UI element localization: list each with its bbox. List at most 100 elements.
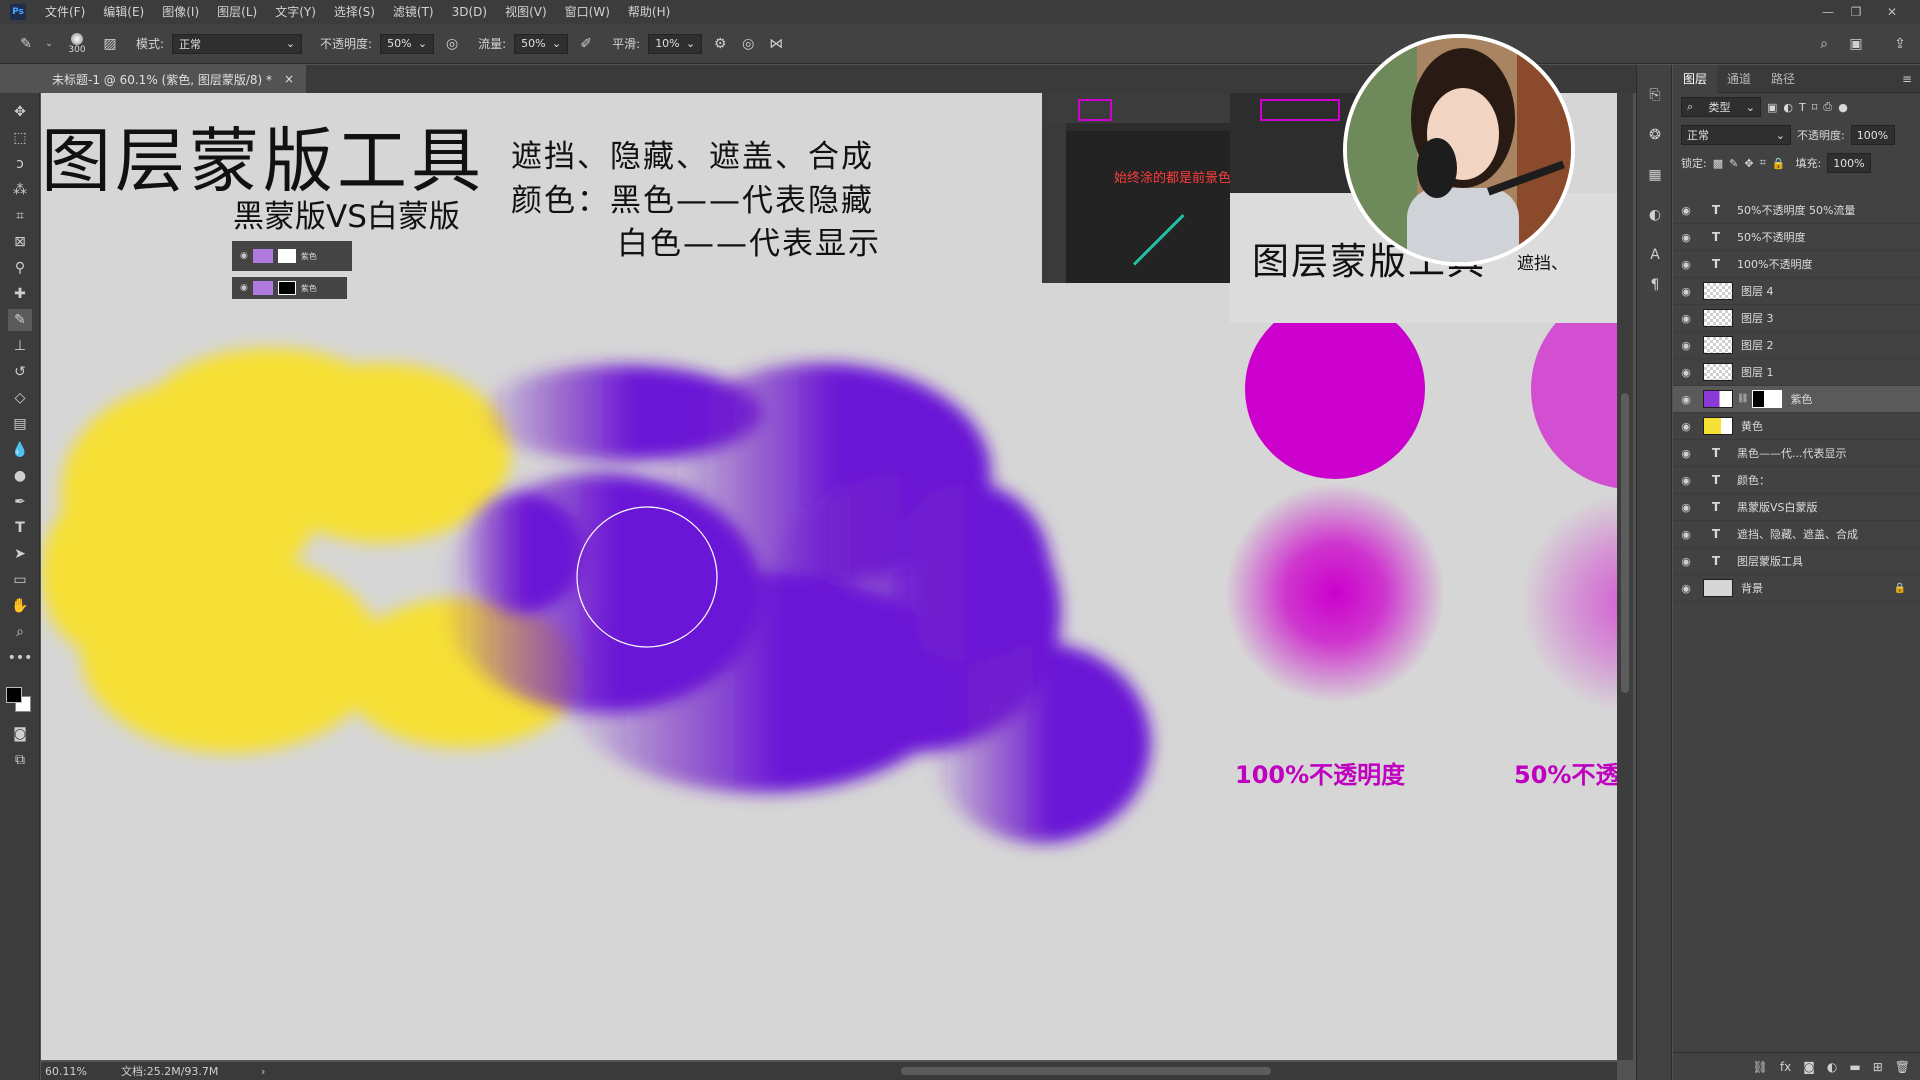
crop-tool-icon[interactable]: ⌗ bbox=[8, 205, 32, 227]
lock-transparency-icon[interactable]: ▩ bbox=[1713, 157, 1723, 170]
lock-pixels-icon[interactable]: ✎ bbox=[1729, 157, 1738, 170]
mask-link-icon[interactable]: ⛓ bbox=[1737, 394, 1748, 404]
gear-icon[interactable]: ⚙ bbox=[710, 34, 730, 54]
layer-row[interactable]: ◉ 图层 1 bbox=[1673, 359, 1920, 386]
quick-mask-icon[interactable]: ◙ bbox=[8, 723, 32, 745]
menu-item[interactable]: 选择(S) bbox=[325, 0, 384, 24]
eye-icon[interactable]: ◉ bbox=[1673, 204, 1699, 217]
eye-icon[interactable]: ◉ bbox=[1673, 501, 1699, 514]
zoom-tool-icon[interactable]: ⌕ bbox=[8, 621, 32, 643]
menu-item[interactable]: 3D(D) bbox=[443, 0, 496, 24]
brush-tool-icon[interactable]: ✎ bbox=[8, 309, 32, 331]
layer-row[interactable]: ◉ 背景 🔒 bbox=[1673, 575, 1920, 602]
pressure-opacity-icon[interactable]: ◎ bbox=[442, 34, 462, 54]
workspace-icon[interactable]: ▣ bbox=[1846, 34, 1866, 54]
chevron-down-icon[interactable]: ⌄ bbox=[44, 34, 54, 54]
flow-field[interactable]: 50% ⌄ bbox=[514, 33, 569, 54]
eye-icon[interactable]: ◉ bbox=[1673, 393, 1699, 406]
link-layers-icon[interactable]: ⛓ bbox=[1753, 1060, 1768, 1074]
rectangle-tool-icon[interactable]: ▭ bbox=[8, 569, 32, 591]
layer-mask-thumbnail[interactable] bbox=[1752, 390, 1783, 408]
eye-icon[interactable]: ◉ bbox=[1673, 582, 1699, 595]
menu-item[interactable]: 文件(F) bbox=[36, 0, 94, 24]
pen-tool-icon[interactable]: ✒ bbox=[8, 491, 32, 513]
eye-icon[interactable]: ◉ bbox=[1673, 312, 1699, 325]
lock-icon[interactable]: 🔒 bbox=[1894, 583, 1906, 594]
healing-brush-icon[interactable]: ✚ bbox=[8, 283, 32, 305]
eye-icon[interactable]: ◉ bbox=[1673, 528, 1699, 541]
vertical-scrollbar[interactable] bbox=[1617, 93, 1633, 1060]
symmetry-icon[interactable]: ⋈ bbox=[766, 34, 786, 54]
filter-shape-icon[interactable]: ⌑ bbox=[1812, 101, 1818, 114]
lock-position-icon[interactable]: ✥ bbox=[1744, 157, 1753, 170]
menu-item[interactable]: 编辑(E) bbox=[94, 0, 153, 24]
paragraph-panel-icon[interactable]: ¶ bbox=[1645, 275, 1665, 295]
lock-artboard-icon[interactable]: ⌗ bbox=[1760, 156, 1766, 170]
frame-tool-icon[interactable]: ⊠ bbox=[8, 231, 32, 253]
blend-mode-select[interactable]: 正常 ⌄ bbox=[1681, 125, 1791, 145]
history-brush-icon[interactable]: ↺ bbox=[8, 361, 32, 383]
filter-pixel-icon[interactable]: ▣ bbox=[1767, 101, 1777, 114]
layer-row[interactable]: ◉ T 黑蒙版VS白蒙版 bbox=[1673, 494, 1920, 521]
mode-select[interactable]: 正常 ⌄ bbox=[172, 33, 303, 54]
magic-wand-icon[interactable]: ⁂ bbox=[8, 179, 32, 201]
minimize-icon[interactable]: — bbox=[1814, 0, 1842, 24]
layer-row[interactable]: ◉ T 图层蒙版工具 bbox=[1673, 548, 1920, 575]
tab-paths[interactable]: 路径 bbox=[1761, 65, 1805, 93]
filter-adjust-icon[interactable]: ◐ bbox=[1783, 101, 1793, 114]
zoom-level[interactable]: 60.11% bbox=[41, 1065, 121, 1078]
filter-toggle-icon[interactable]: ● bbox=[1838, 101, 1848, 114]
blur-tool-icon[interactable]: 💧 bbox=[8, 439, 32, 461]
layer-row[interactable]: ◉ 图层 4 bbox=[1673, 278, 1920, 305]
layer-row[interactable]: ◉ 图层 3 bbox=[1673, 305, 1920, 332]
smooth-field[interactable]: 10% ⌄ bbox=[648, 33, 703, 54]
eye-icon[interactable]: ◉ bbox=[1673, 285, 1699, 298]
panel-menu-icon[interactable]: ≡ bbox=[1902, 72, 1912, 86]
path-selection-icon[interactable]: ➤ bbox=[8, 543, 32, 565]
fill-field[interactable]: 100% bbox=[1827, 153, 1872, 173]
layer-filter-select[interactable]: ⌕ 类型 ⌄ bbox=[1681, 97, 1761, 117]
layer-row[interactable]: ◉ T 50%不透明度 bbox=[1673, 224, 1920, 251]
status-menu-arrow[interactable]: › bbox=[261, 1065, 281, 1078]
new-group-icon[interactable]: ▬ bbox=[1849, 1060, 1860, 1074]
share-icon[interactable]: ⇪ bbox=[1890, 34, 1910, 54]
more-tools-icon[interactable]: ••• bbox=[8, 647, 33, 669]
eraser-icon[interactable]: ◇ bbox=[8, 387, 32, 409]
menu-item[interactable]: 窗口(W) bbox=[556, 0, 619, 24]
pressure-size-icon[interactable]: ◎ bbox=[738, 34, 758, 54]
menu-item[interactable]: 图像(I) bbox=[153, 0, 208, 24]
adjustments-panel-icon[interactable]: ◐ bbox=[1645, 205, 1665, 225]
filter-type-icon[interactable]: T bbox=[1799, 101, 1806, 114]
screen-mode-icon[interactable]: ⧉ bbox=[8, 749, 32, 771]
eye-icon[interactable]: ◉ bbox=[1673, 366, 1699, 379]
eyedropper-icon[interactable]: ⚲ bbox=[8, 257, 32, 279]
brush-settings-icon[interactable]: ▨ bbox=[100, 34, 120, 54]
document-tab[interactable]: 未标题-1 @ 60.1% (紫色, 图层蒙版/8) * × bbox=[40, 65, 307, 93]
close-tab-icon[interactable]: × bbox=[284, 72, 294, 86]
3d-panel-icon[interactable]: ❂ bbox=[1645, 125, 1665, 145]
type-tool-icon[interactable]: T bbox=[8, 517, 32, 539]
restore-icon[interactable]: ❐ bbox=[1842, 0, 1870, 24]
layer-row[interactable]: ◉ ⛓ 紫色 bbox=[1673, 386, 1920, 413]
opacity-field[interactable]: 50% ⌄ bbox=[380, 33, 435, 54]
horizontal-scroll-thumb[interactable] bbox=[901, 1067, 1271, 1075]
trash-icon[interactable]: 🗑 bbox=[1895, 1060, 1910, 1074]
eye-icon[interactable]: ◉ bbox=[1673, 447, 1699, 460]
eye-icon[interactable]: ◉ bbox=[1673, 555, 1699, 568]
layer-row[interactable]: ◉ T 100%不透明度 bbox=[1673, 251, 1920, 278]
tab-channels[interactable]: 通道 bbox=[1717, 65, 1761, 93]
new-layer-icon[interactable]: ⊞ bbox=[1873, 1060, 1883, 1074]
gradient-tool-icon[interactable]: ▤ bbox=[8, 413, 32, 435]
adjustment-layer-icon[interactable]: ◐ bbox=[1827, 1060, 1837, 1074]
hand-tool-icon[interactable]: ✋ bbox=[8, 595, 32, 617]
clone-stamp-icon[interactable]: ⊥ bbox=[8, 335, 32, 357]
eye-icon[interactable]: ◉ bbox=[1673, 231, 1699, 244]
menu-item[interactable]: 帮助(H) bbox=[619, 0, 679, 24]
canvas[interactable]: 图层蒙版工具 黑蒙版VS白蒙版 遮挡、隐藏、遮盖、合成 颜色：黑色——代表隐藏 … bbox=[41, 93, 1617, 1060]
layer-row[interactable]: ◉ T 黑色——代...代表显示 bbox=[1673, 440, 1920, 467]
vertical-scroll-thumb[interactable] bbox=[1621, 393, 1629, 693]
filter-smart-icon[interactable]: ⎙ bbox=[1823, 100, 1832, 114]
add-mask-icon[interactable]: ◙ bbox=[1803, 1060, 1815, 1074]
layer-row[interactable]: ◉ T 50%不透明度 50%流量 bbox=[1673, 197, 1920, 224]
close-window-icon[interactable]: ✕ bbox=[1878, 0, 1906, 24]
